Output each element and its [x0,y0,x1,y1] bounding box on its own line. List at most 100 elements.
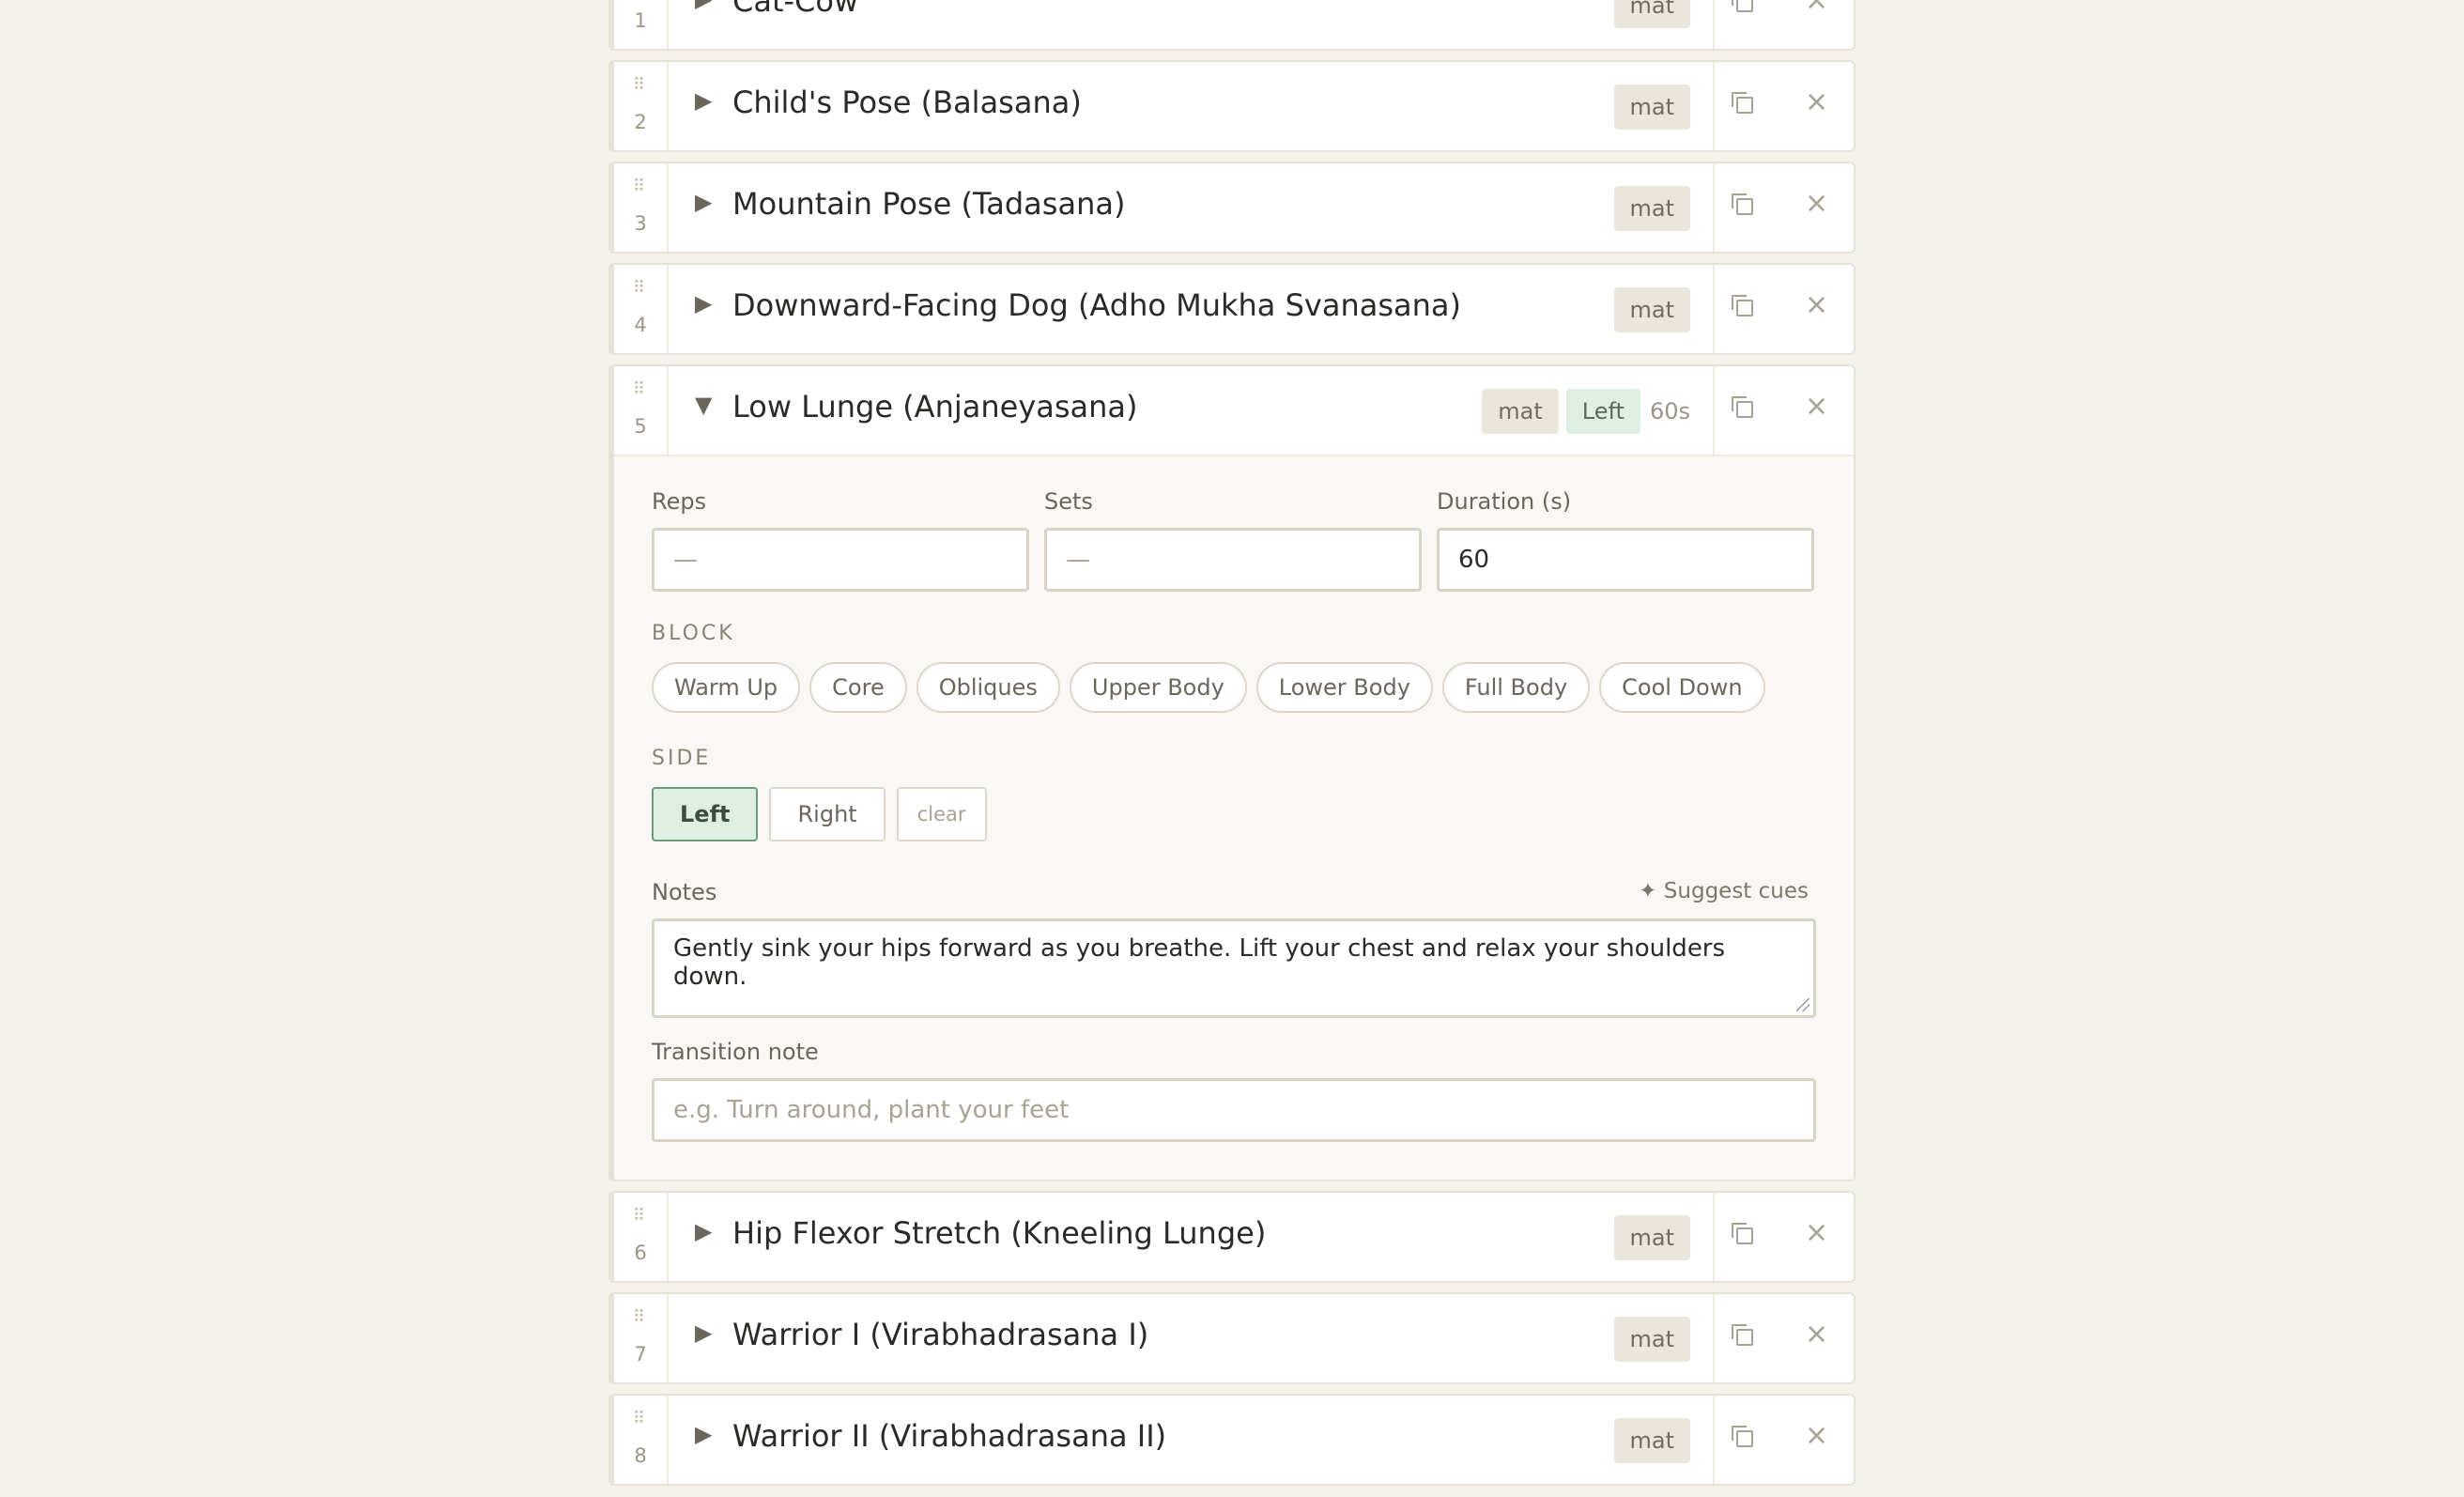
exercise-name[interactable]: Warrior I (Virabhadrasana I) [732,1317,1148,1352]
equipment-tag: mat [1613,287,1690,332]
exercise-name[interactable]: Downward-Facing Dog (Adho Mukha Svanasan… [732,287,1461,323]
triangle-right-icon[interactable]: ▶ [695,1320,712,1346]
triangle-right-icon[interactable]: ▶ [695,87,712,114]
block-chip-cool-down[interactable]: Cool Down [1599,662,1765,713]
duplicate-icon[interactable] [1732,1223,1753,1244]
equipment-tag: mat [1482,389,1559,434]
drag-handle[interactable]: ⠿ 3 [614,163,669,252]
triangle-right-icon[interactable]: ▶ [695,290,712,316]
exercise-number: 6 [634,1242,647,1264]
block-heading: BLOCK [652,622,735,645]
block-chip-full-body[interactable]: Full Body [1441,662,1591,713]
drag-handle-icon[interactable]: ⠿ [633,178,645,195]
exercise-card: ⠿ 8 ▶ Warrior II (Virabhadrasana II) mat… [608,1394,1856,1486]
exercise-tags: mat Left 60s [1482,389,1690,434]
drag-handle-icon[interactable]: ⠿ [633,1411,645,1428]
exercise-number: 2 [634,111,647,133]
block-chip-obliques[interactable]: Obliques [916,662,1060,713]
exercise-row[interactable]: ⠿ 7 ▶ Warrior I (Virabhadrasana I) mat × [614,1294,1854,1382]
drag-handle[interactable]: ⠿ 2 [614,62,669,150]
block-chip-lower-body[interactable]: Lower Body [1255,662,1433,713]
triangle-right-icon[interactable]: ▶ [695,189,712,215]
notes-textarea[interactable]: Gently sink your hips forward as you bre… [652,918,1816,1018]
drag-handle[interactable]: ⠿ 4 [614,265,669,353]
drag-handle[interactable]: ⠿ 6 [614,1193,669,1281]
exercise-name[interactable]: Child's Pose (Balasana) [732,85,1082,120]
row-actions: × [1713,1193,1854,1281]
triangle-right-icon[interactable]: ▶ [695,1421,712,1447]
exercise-card: ⠿ 1 ▶ Cat-Cow mat × [608,0,1856,51]
drag-handle[interactable]: ⠿ 7 [614,1294,669,1382]
drag-handle-icon[interactable]: ⠿ [633,381,645,398]
exercise-row[interactable]: ⠿ 4 ▶ Downward-Facing Dog (Adho Mukha Sv… [614,265,1854,353]
row-actions: × [1713,62,1854,150]
close-icon[interactable]: × [1805,88,1828,116]
sets-field-group: Sets — [1044,488,1422,592]
duplicate-icon[interactable] [1732,1426,1753,1447]
exercise-name[interactable]: Cat-Cow [732,0,858,19]
close-icon[interactable]: × [1805,393,1828,421]
drag-handle[interactable]: ⠿ 8 [614,1396,669,1484]
exercise-tags: mat [1613,1317,1690,1362]
exercise-number: 7 [634,1343,647,1366]
drag-handle-icon[interactable]: ⠿ [633,1208,645,1225]
duplicate-icon[interactable] [1732,295,1753,316]
resize-handle-icon[interactable] [1796,998,1810,1011]
drag-handle-icon[interactable]: ⠿ [633,280,645,297]
exercise-row[interactable]: ⠿ 8 ▶ Warrior II (Virabhadrasana II) mat… [614,1396,1854,1484]
exercise-row[interactable]: ⠿ 5 ▼ Low Lunge (Anjaneyasana) mat Left … [614,366,1854,455]
close-icon[interactable]: × [1805,291,1828,319]
transition-input[interactable]: e.g. Turn around, plant your feet [652,1078,1816,1142]
duration-input[interactable]: 60 [1437,528,1814,592]
side-clear-button[interactable]: clear [896,787,987,841]
transition-label: Transition note [652,1039,819,1065]
triangle-right-icon[interactable]: ▶ [695,1218,712,1244]
close-icon[interactable]: × [1805,0,1828,15]
exercise-card: ⠿ 7 ▶ Warrior I (Virabhadrasana I) mat × [608,1292,1856,1384]
exercise-number: 8 [634,1444,647,1467]
close-icon[interactable]: × [1805,1422,1828,1450]
exercise-row[interactable]: ⠿ 6 ▶ Hip Flexor Stretch (Kneeling Lunge… [614,1193,1854,1281]
close-icon[interactable]: × [1805,1219,1828,1247]
exercise-row[interactable]: ⠿ 3 ▶ Mountain Pose (Tadasana) mat × [614,163,1854,252]
triangle-right-icon[interactable]: ▶ [695,0,712,12]
exercise-name[interactable]: Mountain Pose (Tadasana) [732,186,1125,222]
exercise-card: ⠿ 2 ▶ Child's Pose (Balasana) mat × [608,60,1856,152]
close-icon[interactable]: × [1805,1320,1828,1349]
duplicate-icon[interactable] [1732,92,1753,114]
row-actions: × [1713,0,1854,49]
row-actions: × [1713,366,1854,455]
drag-handle[interactable]: ⠿ 1 [614,0,669,49]
drag-handle-icon[interactable]: ⠿ [633,1309,645,1326]
exercise-name[interactable]: Low Lunge (Anjaneyasana) [732,389,1138,424]
block-chip-upper-body[interactable]: Upper Body [1069,662,1247,713]
exercise-row[interactable]: ⠿ 1 ▶ Cat-Cow mat × [614,0,1854,49]
equipment-tag: mat [1613,85,1690,130]
duplicate-icon[interactable] [1732,193,1753,215]
duration-label: Duration (s) [1437,488,1572,515]
drag-handle-icon[interactable]: ⠿ [633,77,645,94]
exercise-number: 5 [634,415,647,438]
sets-label: Sets [1044,488,1093,515]
block-chips: Warm Up Core Obliques Upper Body Lower B… [652,662,1816,713]
duplicate-icon[interactable] [1732,396,1753,418]
side-right-button[interactable]: Right [769,787,886,841]
drag-handle[interactable]: ⠿ 5 [614,366,669,455]
equipment-tag: mat [1613,1418,1690,1463]
duplicate-icon[interactable] [1732,0,1753,12]
row-actions: × [1713,1396,1854,1484]
triangle-down-icon[interactable]: ▼ [695,392,712,418]
close-icon[interactable]: × [1805,190,1828,218]
exercise-name[interactable]: Hip Flexor Stretch (Kneeling Lunge) [732,1215,1266,1251]
exercise-row[interactable]: ⠿ 2 ▶ Child's Pose (Balasana) mat × [614,62,1854,150]
block-chip-core[interactable]: Core [809,662,907,713]
block-chip-warm-up[interactable]: Warm Up [652,662,801,713]
reps-input[interactable]: — [652,528,1029,592]
suggest-cues-button[interactable]: ✦ Suggest cues [1639,879,1809,905]
notes-header: Notes ✦ Suggest cues [652,879,1816,905]
sets-input[interactable]: — [1044,528,1422,592]
exercise-name[interactable]: Warrior II (Virabhadrasana II) [732,1418,1166,1454]
exercise-tags: mat [1613,1418,1690,1463]
duplicate-icon[interactable] [1732,1324,1753,1346]
side-left-button[interactable]: Left [652,787,759,841]
